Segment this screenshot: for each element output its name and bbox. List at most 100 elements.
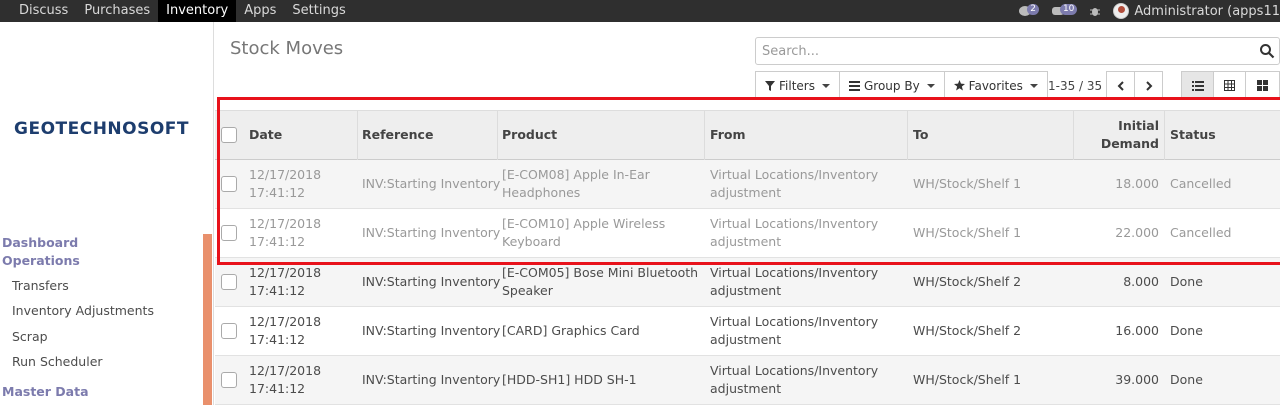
sidebar-item-run-scheduler[interactable]: Run Scheduler: [12, 354, 103, 369]
cell-to: WH/Stock/Shelf 2: [913, 274, 1022, 289]
row-checkbox[interactable]: [221, 372, 237, 388]
filter-icon: [765, 80, 775, 91]
search-box: [755, 37, 1280, 65]
column-divider: [357, 111, 358, 160]
cell-product: [E-COM08] Apple In-Ear Headphones: [502, 166, 650, 202]
chevron-down-icon: [821, 83, 830, 88]
column-header-from[interactable]: From: [710, 126, 746, 144]
cell-from-line-1: Virtual Locations/Inventory: [710, 167, 879, 182]
main-menu: Discuss Purchases Inventory Apps Setting…: [11, 0, 354, 22]
cell-date-time: 17:41:12: [249, 234, 306, 249]
cell-from: Virtual Locations/Inventory adjustment: [710, 362, 878, 398]
chevron-down-icon: [1029, 83, 1038, 88]
table-row[interactable]: 12/17/2018 17:41:12 INV:Starting Inventory…: [215, 356, 1280, 405]
sidebar-scroll-accent: [203, 234, 212, 405]
row-checkbox[interactable]: [221, 225, 237, 241]
cell-initial-demand: 39.000: [1115, 372, 1159, 387]
menu-settings[interactable]: Settings: [284, 0, 353, 22]
cell-status: Done: [1170, 274, 1203, 289]
column-divider: [704, 111, 705, 160]
cell-initial-demand: 22.000: [1115, 225, 1159, 240]
cell-reference: INV:Starting Inventory: [362, 225, 501, 240]
column-header-initial-demand[interactable]: Initial Demand: [1077, 117, 1159, 153]
search-icon[interactable]: [1259, 43, 1275, 59]
column-header-reference[interactable]: Reference: [362, 126, 433, 144]
favorites-button[interactable]: Favorites: [943, 71, 1048, 100]
cell-from-line-2: adjustment: [710, 185, 782, 200]
avatar: [1113, 3, 1130, 19]
sidebar-item-scrap[interactable]: Scrap: [12, 329, 48, 344]
cell-date-time: 17:41:12: [249, 185, 306, 200]
menu-discuss[interactable]: Discuss: [11, 0, 76, 22]
stock-moves-table: Date Reference Product From To Initial D…: [215, 110, 1280, 405]
sidebar-item-dashboard[interactable]: Dashboard: [2, 235, 78, 250]
cell-date: 12/17/2018 17:41:12: [249, 362, 321, 398]
cell-from-line-2: adjustment: [710, 234, 782, 249]
filters-button[interactable]: Filters: [755, 71, 840, 100]
menu-inventory[interactable]: Inventory: [158, 0, 237, 22]
kanban-view-button[interactable]: [1245, 71, 1280, 100]
cell-date: 12/17/2018 17:41:12: [249, 215, 321, 251]
activity-badge: 10: [1059, 3, 1078, 15]
table-row[interactable]: 12/17/2018 17:41:12 INV:Starting Inventory…: [215, 209, 1280, 258]
cell-product-line-1: [E-COM10] Apple Wireless: [502, 216, 666, 231]
pager-previous-button[interactable]: [1106, 71, 1135, 100]
cell-date: 12/17/2018 17:41:12: [249, 264, 321, 300]
sidebar-item-transfers[interactable]: Transfers: [12, 278, 69, 293]
column-header-to[interactable]: To: [913, 126, 928, 144]
cell-from: Virtual Locations/Inventory adjustment: [710, 215, 878, 251]
bug-icon[interactable]: [1089, 5, 1101, 17]
column-header-product[interactable]: Product: [502, 126, 557, 144]
menu-purchases[interactable]: Purchases: [76, 0, 158, 22]
user-name: Administrator (apps11: [1134, 3, 1280, 19]
cell-product-line-1: [CARD] Graphics Card: [502, 323, 640, 338]
group-by-button[interactable]: Group By: [838, 71, 945, 100]
pager-next-button[interactable]: [1134, 71, 1163, 100]
cell-date-day: 12/17/2018: [249, 265, 322, 280]
cell-to: WH/Stock/Shelf 1: [913, 225, 1022, 240]
row-checkbox[interactable]: [221, 323, 237, 339]
cell-from: Virtual Locations/Inventory adjustment: [710, 264, 878, 300]
column-header-date[interactable]: Date: [249, 126, 282, 144]
initial-demand-line-1: Initial: [1118, 118, 1159, 133]
pager-value[interactable]: 1-35 / 35: [1048, 79, 1102, 93]
cell-reference: INV:Starting Inventory: [362, 372, 501, 387]
pivot-view-button[interactable]: [1213, 71, 1246, 100]
kanban-grid-icon: [1257, 80, 1268, 91]
cell-product-line-1: [E-COM05] Bose Mini Bluetooth: [502, 265, 699, 280]
search-input[interactable]: [762, 38, 1242, 64]
cell-status: Done: [1170, 323, 1203, 338]
cell-date-day: 12/17/2018: [249, 167, 322, 182]
list-bars-icon: [848, 80, 860, 91]
company-logo: GEOTECHNOSOFT: [14, 119, 190, 139]
cell-date-time: 17:41:12: [249, 381, 306, 396]
filters-label: Filters: [779, 78, 815, 93]
activity-button[interactable]: 10: [1051, 3, 1078, 17]
cell-product-line-2: Headphones: [502, 185, 581, 200]
table-row[interactable]: 12/17/2018 17:41:12 INV:Starting Inventory…: [215, 307, 1280, 356]
cell-from-line-1: Virtual Locations/Inventory: [710, 216, 879, 231]
list-view-button[interactable]: [1181, 71, 1214, 100]
list-view-icon: [1191, 80, 1204, 91]
table-row[interactable]: 12/17/2018 17:41:12 INV:Starting Inventory…: [215, 160, 1280, 209]
column-divider: [907, 111, 908, 160]
cell-from-line-2: adjustment: [710, 283, 782, 298]
favorites-label: Favorites: [968, 78, 1023, 93]
row-checkbox[interactable]: [221, 274, 237, 290]
cell-date-time: 17:41:12: [249, 283, 306, 298]
cell-date-day: 12/17/2018: [249, 216, 322, 231]
chat-button[interactable]: 2: [1018, 3, 1039, 17]
table-row[interactable]: 12/17/2018 17:41:12 INV:Starting Inventory…: [215, 258, 1280, 307]
menu-apps[interactable]: Apps: [236, 0, 284, 22]
group-by-label: Group By: [863, 78, 920, 93]
user-menu[interactable]: Administrator (apps11: [1113, 3, 1280, 19]
sidebar-item-inventory-adjustments[interactable]: Inventory Adjustments: [12, 303, 154, 318]
cell-date-time: 17:41:12: [249, 332, 306, 347]
table-header: Date Reference Product From To Initial D…: [215, 110, 1280, 160]
column-header-status[interactable]: Status: [1170, 126, 1216, 144]
table-grid-icon: [1224, 80, 1235, 91]
column-divider: [497, 111, 498, 160]
select-all-checkbox[interactable]: [221, 127, 237, 143]
cell-product-line-1: [HDD-SH1] HDD SH-1: [502, 372, 637, 387]
row-checkbox[interactable]: [221, 176, 237, 192]
